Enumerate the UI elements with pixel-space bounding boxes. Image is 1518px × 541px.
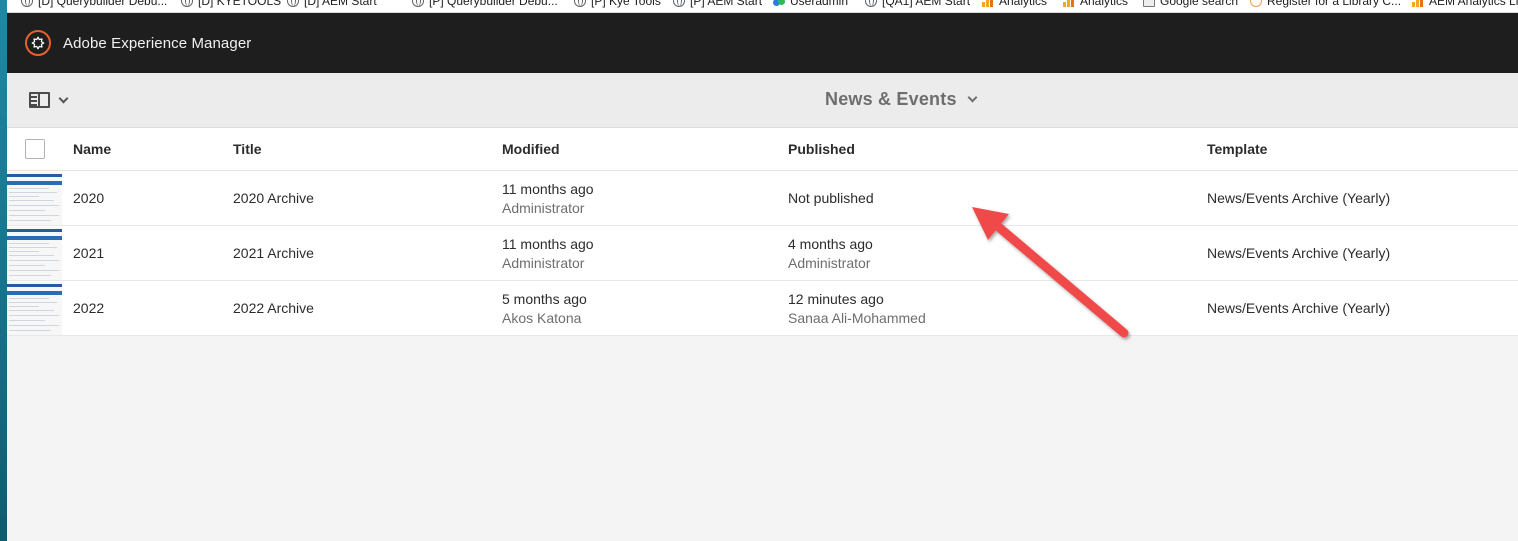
- table-row[interactable]: 2021 2021 Archive 11 months ago Administ…: [7, 226, 1518, 281]
- published-by: Administrator: [788, 255, 871, 271]
- page-thumbnail[interactable]: [7, 282, 62, 335]
- bookmark-item[interactable]: Analytics: [982, 0, 1063, 9]
- globe-icon: [865, 0, 877, 7]
- globe-icon: [21, 0, 33, 7]
- cell-published-status: Not published: [788, 190, 874, 206]
- aem-logo-mark: [31, 36, 45, 50]
- desktop-edge: [0, 0, 7, 541]
- cell-title: 2022 Archive: [233, 300, 314, 316]
- cell-published: 12 minutes ago Sanaa Ali-Mohammed: [788, 281, 926, 326]
- bookmark-item[interactable]: [D] AEM Start: [287, 0, 412, 9]
- bookmark-item[interactable]: [P] Querybuilder Debu...: [412, 0, 574, 9]
- cell-name: 2022: [73, 300, 105, 316]
- list-view: Name Title Modified Published Template 2…: [7, 128, 1518, 541]
- globe-icon: [287, 0, 299, 7]
- cell-published: 4 months ago Administrator: [788, 226, 873, 271]
- bookmark-item[interactable]: [P] Kye Tools: [574, 0, 673, 9]
- modified-by: Administrator: [502, 255, 585, 271]
- modified-time: 5 months ago: [502, 291, 587, 307]
- shell-header: Adobe Experience Manager: [7, 13, 1518, 73]
- table-row[interactable]: 2020 2020 Archive 11 months ago Administ…: [7, 171, 1518, 226]
- globe-icon: [181, 0, 193, 7]
- users-icon: [773, 0, 785, 7]
- cell-name: 2020: [73, 190, 105, 206]
- page-thumbnail[interactable]: [7, 227, 62, 280]
- breadcrumb-title-dropdown[interactable]: News & Events: [825, 89, 978, 110]
- page-title: News & Events: [825, 89, 957, 109]
- column-header-modified[interactable]: Modified: [502, 141, 560, 157]
- bookmark-item[interactable]: [QA1] AEM Start: [865, 0, 982, 9]
- chevron-down-icon: [58, 93, 69, 103]
- modified-time: 11 months ago: [502, 181, 594, 197]
- published-by: Sanaa Ali-Mohammed: [788, 310, 926, 326]
- aem-logo-icon[interactable]: [25, 30, 51, 56]
- cell-template: News/Events Archive (Yearly): [1207, 190, 1391, 206]
- column-header-title[interactable]: Title: [233, 141, 262, 157]
- table-row[interactable]: 2022 2022 Archive 5 months ago Akos Kato…: [7, 281, 1518, 336]
- cell-template: News/Events Archive (Yearly): [1207, 300, 1391, 316]
- select-all-checkbox[interactable]: [25, 139, 45, 159]
- register-icon: [1250, 0, 1262, 7]
- modified-by: Administrator: [502, 200, 585, 216]
- action-bar: News & Events: [7, 73, 1518, 128]
- analytics-icon: [1412, 0, 1424, 7]
- cell-template: News/Events Archive (Yearly): [1207, 245, 1391, 261]
- column-header-template[interactable]: Template: [1207, 141, 1267, 157]
- analytics-icon: [982, 0, 994, 7]
- table-header: Name Title Modified Published Template: [7, 128, 1518, 171]
- published-time: 4 months ago: [788, 236, 873, 252]
- bookmark-item[interactable]: AEM Analytics Live: [1412, 0, 1518, 9]
- modified-by: Akos Katona: [502, 310, 582, 326]
- analytics-icon: [1063, 0, 1075, 7]
- bookmark-item[interactable]: [P] AEM Start: [673, 0, 773, 9]
- bookmark-item[interactable]: Register for a Library C...: [1250, 0, 1412, 9]
- bookmark-item[interactable]: Google search: [1143, 0, 1250, 9]
- bookmark-item[interactable]: [D] KYETOOLS: [181, 0, 287, 9]
- bookmarks-bar: [D] Querybuilder Debu... [D] KYETOOLS [D…: [7, 0, 1518, 13]
- chevron-down-icon: [967, 92, 978, 103]
- published-time: 12 minutes ago: [788, 291, 884, 307]
- bookmark-item[interactable]: Useradmin: [773, 0, 865, 9]
- column-header-published[interactable]: Published: [788, 141, 855, 157]
- cell-name: 2021: [73, 245, 105, 261]
- modified-time: 11 months ago: [502, 236, 594, 252]
- cell-title: 2021 Archive: [233, 245, 314, 261]
- cell-title: 2020 Archive: [233, 190, 314, 206]
- page-thumbnail[interactable]: [7, 172, 62, 225]
- document-icon: [1143, 0, 1155, 7]
- globe-icon: [673, 0, 685, 7]
- cell-modified: 5 months ago Akos Katona: [502, 281, 587, 326]
- rail-toggle-button[interactable]: [29, 92, 69, 108]
- column-header-name[interactable]: Name: [73, 141, 111, 157]
- rail-panel-icon: [29, 92, 50, 108]
- globe-icon: [412, 0, 424, 7]
- bookmark-item[interactable]: [D] Querybuilder Debu...: [21, 0, 181, 9]
- app-name[interactable]: Adobe Experience Manager: [63, 35, 251, 52]
- cell-modified: 11 months ago Administrator: [502, 171, 594, 216]
- globe-icon: [574, 0, 586, 7]
- cell-modified: 11 months ago Administrator: [502, 226, 594, 271]
- bookmark-item[interactable]: Analytics: [1063, 0, 1143, 9]
